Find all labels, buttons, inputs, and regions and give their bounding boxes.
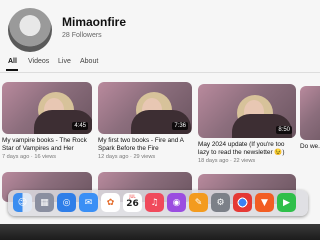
- video-duration: 4:45: [72, 122, 88, 130]
- browser-screen: Mimaonfire 28 Followers All Videos Live …: [0, 0, 320, 224]
- macos-dock: ☺ ▦ ◎ ✉ ✿ JUL 26 ♫ ◉ ✎ ⚙ ▼ ▶: [8, 190, 308, 216]
- video-title[interactable]: My vampire books - The Rock Star of Vamp…: [2, 137, 92, 153]
- finder-icon[interactable]: ☺: [13, 193, 32, 212]
- active-tab-indicator: [6, 69, 18, 71]
- channel-tabs: All Videos Live About: [0, 56, 320, 73]
- follower-count: 28 Followers: [62, 32, 102, 39]
- mail-icon[interactable]: ✉: [79, 193, 98, 212]
- video-title[interactable]: May 2024 update (If you're too lazy to r…: [198, 141, 296, 157]
- video-meta: 7 days ago · 16 views: [2, 154, 57, 160]
- launchpad-icon[interactable]: ▦: [35, 193, 54, 212]
- video-thumbnail[interactable]: 7:36: [98, 82, 192, 134]
- chrome-icon[interactable]: [233, 193, 252, 212]
- video-duration: 8:50: [276, 126, 292, 134]
- safari-icon[interactable]: ◎: [57, 193, 76, 212]
- channel-name[interactable]: Mimaonfire: [62, 15, 126, 29]
- music-icon[interactable]: ♫: [145, 193, 164, 212]
- podcasts-icon[interactable]: ◉: [167, 193, 186, 212]
- video-card[interactable]: Do we...: [300, 86, 320, 151]
- tab-all[interactable]: All: [8, 58, 17, 65]
- video-card[interactable]: 4:45 My vampire books - The Rock Star of…: [2, 82, 92, 160]
- brave-icon[interactable]: ▼: [255, 193, 274, 212]
- facetime-icon[interactable]: ▶: [277, 193, 296, 212]
- video-title[interactable]: My first two books - Fire and A Spark Be…: [98, 137, 192, 153]
- monitor-bezel: [0, 224, 320, 240]
- video-meta: 12 days ago · 29 views: [98, 154, 156, 160]
- settings-icon[interactable]: ⚙: [211, 193, 230, 212]
- video-card[interactable]: 8:50 May 2024 update (If you're too lazy…: [198, 84, 296, 164]
- video-thumbnail[interactable]: 4:45: [2, 82, 92, 134]
- video-title[interactable]: Do we...: [300, 143, 320, 151]
- video-duration: 7:36: [172, 122, 188, 130]
- tab-about[interactable]: About: [80, 58, 98, 65]
- calendar-day: 26: [126, 199, 139, 209]
- photos-icon[interactable]: ✿: [101, 193, 120, 212]
- channel-avatar[interactable]: [8, 8, 52, 52]
- tab-videos[interactable]: Videos: [28, 58, 49, 65]
- video-card[interactable]: 7:36 My first two books - Fire and A Spa…: [98, 82, 192, 160]
- video-thumbnail[interactable]: [300, 86, 320, 140]
- tab-live[interactable]: Live: [58, 58, 71, 65]
- pages-icon[interactable]: ✎: [189, 193, 208, 212]
- video-thumbnail[interactable]: 8:50: [198, 84, 296, 138]
- calendar-icon[interactable]: JUL 26: [123, 193, 142, 212]
- video-meta: 18 days ago · 22 views: [198, 158, 256, 164]
